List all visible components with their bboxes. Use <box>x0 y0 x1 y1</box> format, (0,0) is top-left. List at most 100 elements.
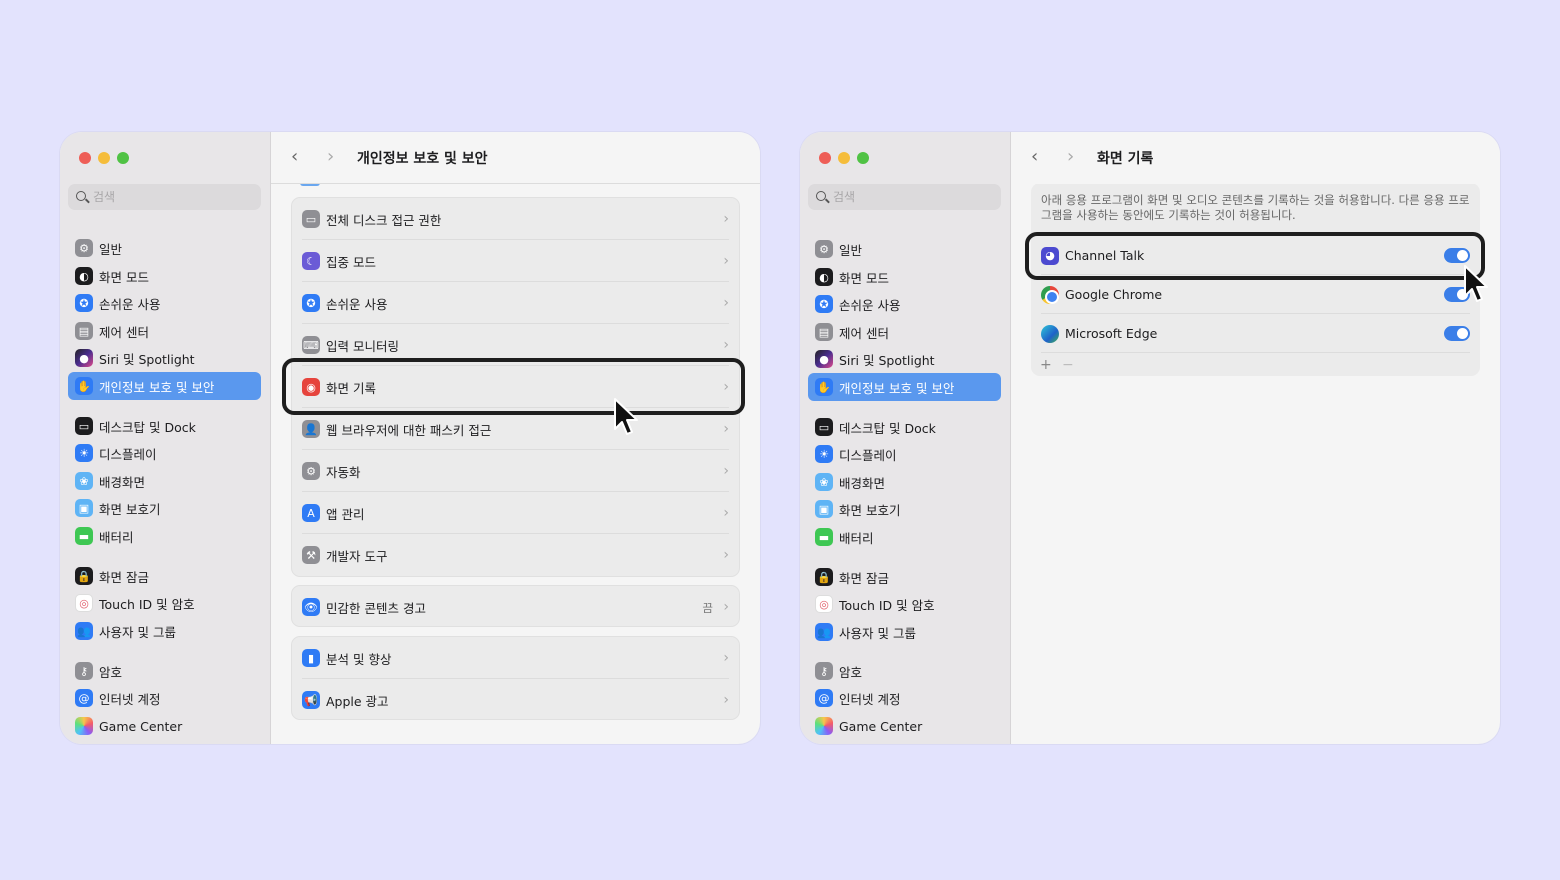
sidebar-item-accessibility[interactable]: ✪ 손쉬운 사용 <box>68 289 261 317</box>
sidebar-item-users[interactable]: 👥 사용자 및 그룹 <box>68 617 261 645</box>
sidebar-item-game-center[interactable]: Game Center <box>808 712 1001 740</box>
sidebar-item-dock[interactable]: ▭ 데스크탑 및 Dock <box>68 412 261 440</box>
sidebar-item-label: Game Center <box>839 718 923 734</box>
sidebar-item-screensaver[interactable]: ▣ 화면 보호기 <box>68 494 261 522</box>
forward-button[interactable]: › <box>1067 147 1074 167</box>
row-accessibility[interactable]: ✪ 손쉬운 사용 › <box>292 282 739 324</box>
row-focus[interactable]: ☾ 집중 모드 › <box>292 240 739 282</box>
sidebar-item-game-center[interactable]: Game Center <box>68 712 261 740</box>
search-input[interactable]: 검색 <box>808 184 1001 210</box>
close-button[interactable] <box>819 152 831 164</box>
key-icon: ⚷ <box>815 662 833 680</box>
sidebar-item-appearance[interactable]: ◐ 화면 모드 <box>68 262 261 290</box>
app-label: Microsoft Edge <box>1065 326 1158 341</box>
zoom-button[interactable] <box>117 152 129 164</box>
sidebar-item-appearance[interactable]: ◐ 화면 모드 <box>808 263 1001 291</box>
sidebar-item-label: 손쉬운 사용 <box>839 297 901 313</box>
row-automation[interactable]: ⚙ 자동화 › <box>292 450 739 492</box>
screensaver-icon: ▣ <box>815 500 833 518</box>
sidebar-item-label: 사용자 및 그룹 <box>839 625 916 641</box>
wallpaper-icon: ❀ <box>815 473 833 491</box>
sidebar-item-battery[interactable]: ▬ 배터리 <box>808 523 1001 551</box>
sidebar-item-siri[interactable]: ● Siri 및 Spotlight <box>808 345 1001 373</box>
row-app-management[interactable]: A 앱 관리 › <box>292 492 739 534</box>
back-button[interactable]: ‹ <box>291 147 298 167</box>
hand-icon: ✋ <box>815 378 833 396</box>
sidebar: 검색 ⚙ 일반 ◐ 화면 모드 ✪ 손쉬운 사용 ▤ 제어 센터 ● Siri 및 Spo… <box>60 132 271 744</box>
page-title: 화면 기록 <box>1097 151 1154 167</box>
remove-app-button[interactable]: − <box>1062 357 1074 373</box>
row-apple-ads[interactable]: 📢 Apple 광고 › <box>292 679 739 721</box>
sidebar-item-touch-id[interactable]: ◎ Touch ID 및 암호 <box>68 589 261 617</box>
sidebar-item-siri[interactable]: ● Siri 및 Spotlight <box>68 344 261 372</box>
sensitive-content-card: 👁 민감한 콘텐츠 경고 끔 › <box>291 585 740 627</box>
sidebar-item-lock-screen[interactable]: 🔒 화면 잠금 <box>68 562 261 590</box>
sidebar-item-touch-id[interactable]: ◎ Touch ID 및 암호 <box>808 590 1001 618</box>
at-icon: @ <box>75 689 93 707</box>
add-app-button[interactable]: + <box>1040 357 1052 373</box>
sidebar-item-label: 일반 <box>839 242 863 258</box>
row-developer-tools[interactable]: ⚒ 개발자 도구 › <box>292 534 739 576</box>
sidebar-item-label: 인터넷 계정 <box>99 691 161 707</box>
sidebar-item-general[interactable]: ⚙ 일반 <box>68 234 261 262</box>
sidebar-item-screensaver[interactable]: ▣ 화면 보호기 <box>808 495 1001 523</box>
megaphone-icon: 📢 <box>302 691 320 709</box>
dock-icon: ▭ <box>75 417 93 435</box>
search-placeholder: 검색 <box>833 190 856 204</box>
sidebar-item-label: 화면 모드 <box>839 270 889 286</box>
forward-button[interactable]: › <box>327 147 334 167</box>
sidebar-item-control-center[interactable]: ▤ 제어 센터 <box>808 318 1001 346</box>
sidebar-item-internet-accounts[interactable]: @ 인터넷 계정 <box>68 684 261 712</box>
app-row-google-chrome[interactable]: Google Chrome <box>1031 275 1480 314</box>
row-analytics[interactable]: ▮ 분석 및 향상 › <box>292 637 739 679</box>
accessibility-icon: ✪ <box>302 294 320 312</box>
row-label: 손쉬운 사용 <box>326 296 388 312</box>
screen-recording-highlight <box>282 358 745 415</box>
search-placeholder: 검색 <box>93 190 116 204</box>
row-label: 집중 모드 <box>326 254 376 270</box>
sidebar-item-accessibility[interactable]: ✪ 손쉬운 사용 <box>808 290 1001 318</box>
sidebar-item-users[interactable]: 👥 사용자 및 그룹 <box>808 618 1001 646</box>
sidebar-item-display[interactable]: ☀ 디스플레이 <box>808 440 1001 468</box>
app-label: Google Chrome <box>1065 287 1163 302</box>
sidebar-item-privacy[interactable]: ✋ 개인정보 보호 및 보안 <box>68 372 261 400</box>
sidebar-item-lock-screen[interactable]: 🔒 화면 잠금 <box>808 563 1001 591</box>
app-row-microsoft-edge[interactable]: Microsoft Edge <box>1031 314 1480 353</box>
search-input[interactable]: 검색 <box>68 184 261 210</box>
sidebar-item-dock[interactable]: ▭ 데스크탑 및 Dock <box>808 413 1001 441</box>
at-icon: @ <box>815 689 833 707</box>
close-button[interactable] <box>79 152 91 164</box>
sidebar-item-label: 데스크탑 및 Dock <box>99 419 196 435</box>
sidebar-item-internet-accounts[interactable]: @ 인터넷 계정 <box>808 684 1001 712</box>
sidebar-item-battery[interactable]: ▬ 배터리 <box>68 522 261 550</box>
analytics-card: ▮ 분석 및 향상 › 📢 Apple 광고 › <box>291 636 740 720</box>
chevron-right-icon: › <box>723 505 729 521</box>
channel-talk-highlight <box>1025 232 1485 280</box>
sidebar-item-display[interactable]: ☀ 디스플레이 <box>68 439 261 467</box>
display-icon: ☀ <box>815 445 833 463</box>
chevron-right-icon: › <box>723 337 729 353</box>
row-label: 웹 브라우저에 대한 패스키 접근 <box>326 422 492 438</box>
sidebar-item-control-center[interactable]: ▤ 제어 센터 <box>68 317 261 345</box>
chevron-right-icon: › <box>723 692 729 708</box>
appearance-icon: ◐ <box>815 268 833 286</box>
chevron-right-icon: › <box>723 599 729 615</box>
row-label: 자동화 <box>326 464 361 480</box>
zoom-button[interactable] <box>857 152 869 164</box>
chevron-right-icon: › <box>723 650 729 666</box>
sidebar-item-label: 디스플레이 <box>99 446 157 462</box>
minimize-button[interactable] <box>98 152 110 164</box>
row-sensitive-content[interactable]: 👁 민감한 콘텐츠 경고 끔 › <box>292 586 739 628</box>
sidebar-item-privacy[interactable]: ✋ 개인정보 보호 및 보안 <box>808 373 1001 401</box>
sidebar-item-general[interactable]: ⚙ 일반 <box>808 235 1001 263</box>
sidebar-item-wallpaper[interactable]: ❀ 배경화면 <box>68 467 261 495</box>
chevron-right-icon: › <box>723 463 729 479</box>
sidebar-item-passwords[interactable]: ⚷ 암호 <box>68 657 261 685</box>
sidebar-item-wallpaper[interactable]: ❀ 배경화면 <box>808 468 1001 496</box>
row-full-disk-access[interactable]: ▭ 전체 디스크 접근 권한 › <box>292 198 739 240</box>
sidebar-item-label: 제어 센터 <box>99 324 149 340</box>
sidebar-item-passwords[interactable]: ⚷ 암호 <box>808 657 1001 685</box>
back-button[interactable]: ‹ <box>1031 147 1038 167</box>
microsoft-edge-toggle[interactable] <box>1444 326 1470 341</box>
minimize-button[interactable] <box>838 152 850 164</box>
